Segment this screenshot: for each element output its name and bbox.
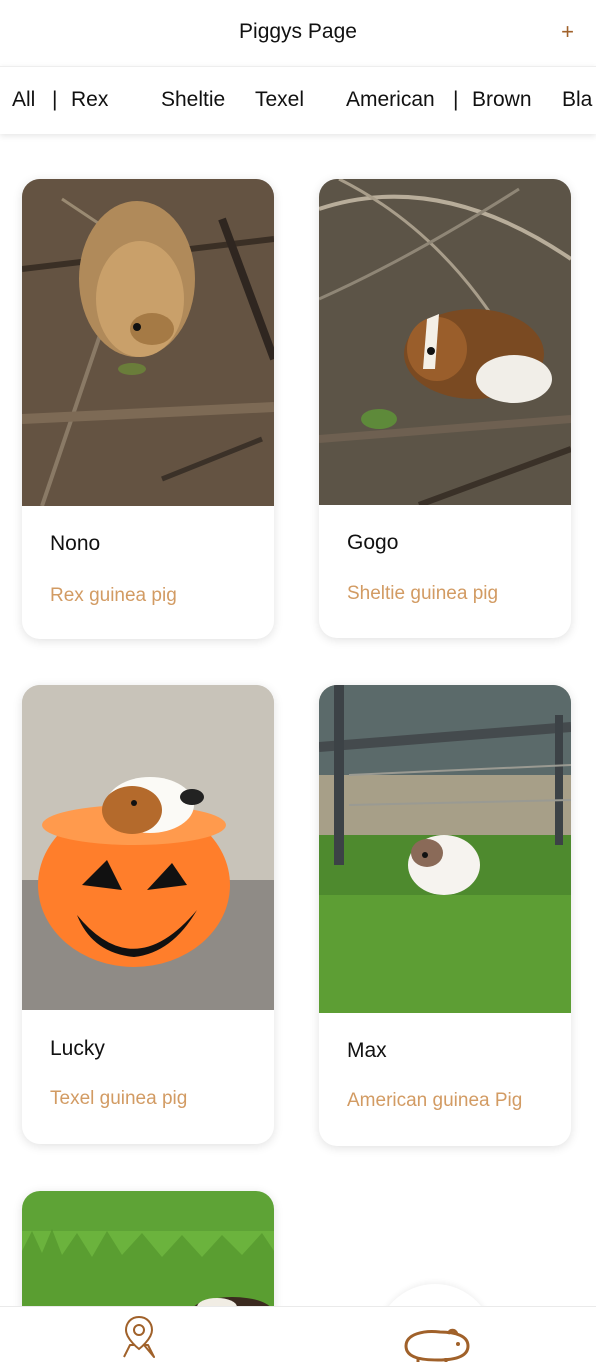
guinea-pig-icon[interactable] bbox=[400, 1324, 474, 1364]
tab-texel[interactable]: Texel bbox=[255, 88, 304, 112]
pig-breed: American guinea Pig bbox=[347, 1090, 523, 1111]
pig-breed: Texel guinea pig bbox=[50, 1088, 188, 1109]
pig-card-lucky[interactable]: Lucky Texel guinea pig bbox=[22, 685, 274, 1144]
breed-filter-tabs: All | Rex Sheltie Texel American | Brown… bbox=[0, 66, 596, 134]
pig-photo bbox=[22, 179, 274, 506]
pig-name: Max bbox=[347, 1039, 387, 1062]
pig-name: Gogo bbox=[347, 531, 399, 554]
pig-breed: Rex guinea pig bbox=[50, 585, 177, 606]
pig-card-nono[interactable]: Nono Rex guinea pig bbox=[22, 179, 274, 639]
tab-separator: | bbox=[52, 88, 58, 111]
pig-breed: Sheltie guinea pig bbox=[347, 583, 499, 604]
map-pin-icon[interactable] bbox=[120, 1313, 158, 1361]
pig-photo bbox=[22, 685, 274, 1010]
pig-name: Nono bbox=[50, 532, 101, 555]
tab-black[interactable]: Bla bbox=[562, 88, 592, 112]
app-header: Piggys Page + bbox=[0, 0, 596, 66]
page-title: Piggys Page bbox=[239, 20, 357, 43]
pig-name: Lucky bbox=[50, 1037, 105, 1060]
add-button[interactable]: + bbox=[561, 19, 574, 45]
pig-card-max[interactable]: Max American guinea Pig bbox=[319, 685, 571, 1146]
tab-american[interactable]: American bbox=[346, 88, 435, 112]
pig-photo bbox=[319, 685, 571, 1013]
bottom-navigation bbox=[0, 1306, 596, 1372]
tab-sheltie[interactable]: Sheltie bbox=[161, 88, 225, 112]
pig-photo bbox=[319, 179, 571, 505]
tab-rex[interactable]: Rex bbox=[71, 88, 108, 112]
tab-brown[interactable]: Brown bbox=[472, 88, 532, 112]
tab-all[interactable]: All bbox=[12, 88, 35, 112]
tab-separator: | bbox=[453, 88, 459, 111]
pig-card-gogo[interactable]: Gogo Sheltie guinea pig bbox=[319, 179, 571, 638]
